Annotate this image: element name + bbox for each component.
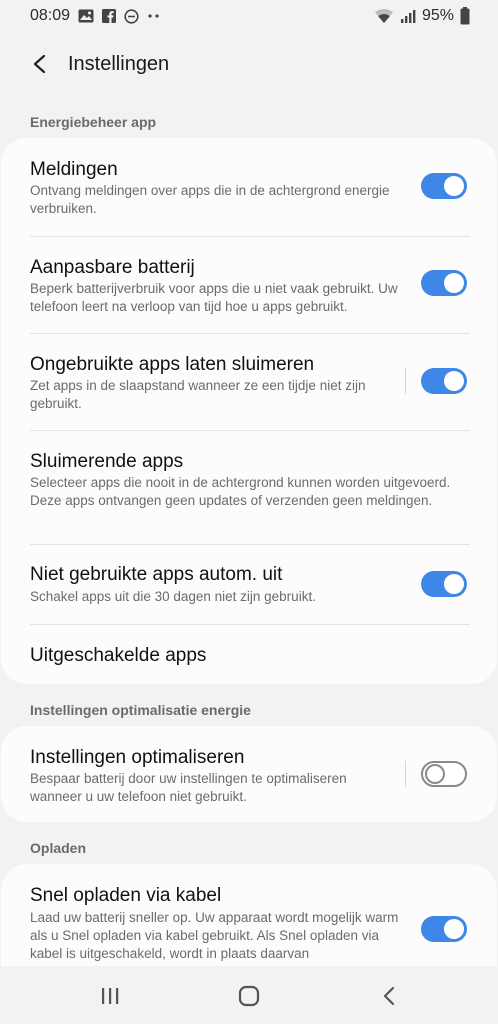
status-left: 08:09 [30,7,161,25]
toggle-auto-disable[interactable] [421,571,467,597]
nav-back-button[interactable] [369,980,409,1012]
recents-icon [102,988,119,1004]
home-icon [238,985,260,1007]
battery-percent: 95% [421,7,454,24]
vertical-separator [405,761,406,787]
row-auto-disable-subtitle: Schakel apps uit die 30 dagen niet zijn … [30,589,316,604]
toggle-knob [425,764,445,784]
row-optimize-subtitle: Bespaar batterij door uw instellingen te… [30,771,347,804]
row-notifications-subtitle: Ontvang meldingen over apps die in de ac… [30,183,390,216]
status-bar: 08:09 95% [0,0,498,32]
status-time: 08:09 [30,7,71,24]
back-button[interactable] [26,50,54,78]
toggle-sleep-unused[interactable] [421,368,467,394]
recents-button[interactable] [90,980,130,1012]
row-fast-cable-subtitle: Laad uw batterij sneller op. Uw apparaat… [30,910,399,961]
nav-back-icon [383,986,395,1006]
home-button[interactable] [229,980,269,1012]
toggle-notifications[interactable] [421,173,467,199]
toggle-optimize-settings[interactable] [421,761,467,787]
toggle-knob [444,273,464,293]
row-sleep-unused-subtitle: Zet apps in de slaapstand wanneer ze een… [30,378,366,411]
row-adaptive-title: Aanpasbare batterij [30,257,195,278]
navigation-bar [0,966,498,1024]
toggle-knob [444,176,464,196]
row-optimize-settings[interactable]: Instellingen optimaliseren Bespaar batte… [1,726,497,822]
row-sleeping-apps[interactable]: Sluimerende apps Selecteer apps die nooi… [1,431,497,544]
facebook-icon [102,9,117,23]
card-energy: Meldingen Ontvang meldingen over apps di… [1,138,497,684]
vertical-separator [405,368,406,394]
row-sleeping-apps-title: Sluimerende apps [30,451,184,472]
card-optimization: Instellingen optimaliseren Bespaar batte… [1,726,497,822]
section-header-energy: Energiebeheer app [30,114,157,130]
signal-icon [400,9,416,24]
row-sleep-unused-title: Ongebruikte apps laten sluimeren [30,354,315,375]
row-notifications[interactable]: Meldingen Ontvang meldingen over apps di… [1,138,497,236]
status-right: 95% [374,7,470,25]
row-sleep-unused[interactable]: Ongebruikte apps laten sluimeren Zet app… [1,334,497,430]
toggle-knob [444,919,464,939]
gallery-icon [78,9,94,23]
more-dots-icon [147,13,161,19]
row-sleeping-apps-subtitle: Selecteer apps die nooit in de achtergro… [30,475,451,508]
row-fast-cable-charging[interactable]: Snel opladen via kabel Laad uw batterij … [1,864,497,966]
do-not-disturb-icon [124,8,139,24]
section-header-charging: Opladen [30,840,87,856]
row-adaptive-battery[interactable]: Aanpasbare batterij Beperk batterijverbr… [1,237,497,333]
card-charging: Snel opladen via kabel Laad uw batterij … [1,864,497,966]
toggle-fast-cable-charging[interactable] [421,916,467,942]
battery-icon [460,7,470,25]
toggle-adaptive-battery[interactable] [421,270,467,296]
page-title: Instellingen [68,53,170,75]
row-notifications-title: Meldingen [30,159,118,180]
row-adaptive-subtitle: Beperk batterijverbruik voor apps die u … [30,281,398,314]
row-disabled-apps-title: Uitgeschakelde apps [30,645,207,666]
row-auto-disable-title: Niet gebruikte apps autom. uit [30,564,283,585]
toggle-knob [444,574,464,594]
app-header: Instellingen [0,44,498,84]
section-header-optimization: Instellingen optimalisatie energie [30,702,251,718]
wifi-icon [374,8,394,24]
back-arrow-icon [33,54,46,74]
row-disabled-apps[interactable]: Uitgeschakelde apps [1,625,497,684]
row-auto-disable[interactable]: Niet gebruikte apps autom. uit Schakel a… [1,545,497,624]
row-fast-cable-title: Snel opladen via kabel [30,885,222,906]
toggle-knob [444,371,464,391]
row-optimize-title: Instellingen optimaliseren [30,747,245,768]
